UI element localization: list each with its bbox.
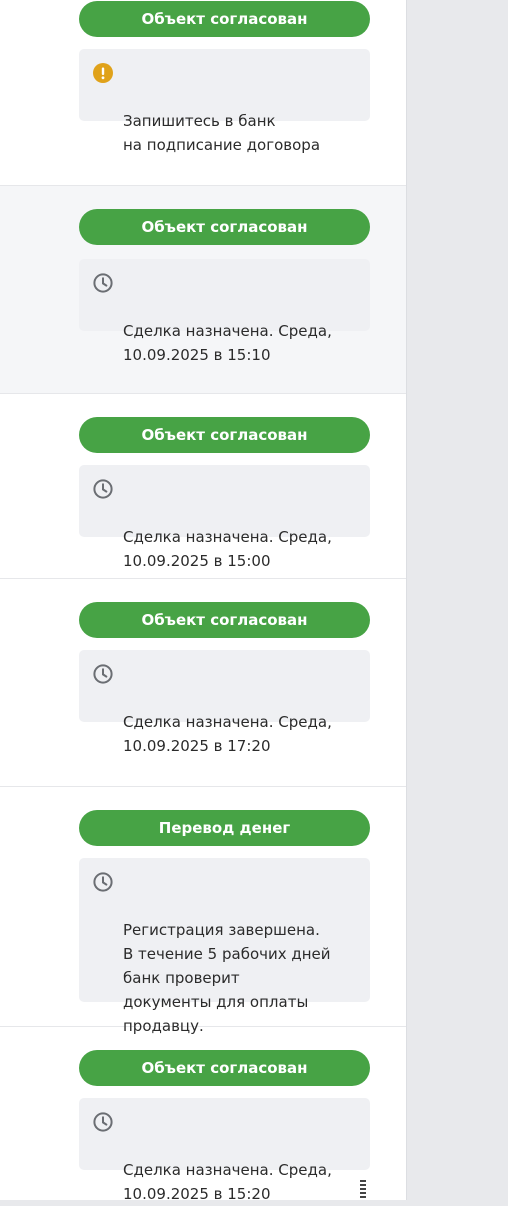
- status-button[interactable]: Объект согласован: [79, 602, 370, 638]
- status-message-text: Запишитесь в банк на подписание договора: [123, 112, 321, 154]
- status-message-box: Сделка назначена. Среда, 10.09.2025 в 15…: [79, 1098, 370, 1203]
- status-message-text: Сделка назначена. Среда, 10.09.2025 в 15…: [123, 322, 332, 364]
- scroll-grip[interactable]: [360, 1180, 366, 1198]
- status-message-box: Сделка назначена. Среда, 10.09.2025 в 17…: [79, 650, 370, 755]
- clock-icon: [93, 479, 113, 499]
- status-message-box: Регистрация завершена. В течение 5 рабоч…: [79, 858, 370, 1035]
- clock-icon: [93, 273, 113, 293]
- status-message-box: Сделка назначена. Среда, 10.09.2025 в 15…: [79, 465, 370, 570]
- status-button[interactable]: Объект согласован: [79, 417, 370, 453]
- status-button[interactable]: Объект согласован: [79, 209, 370, 245]
- status-button[interactable]: Объект согласован: [79, 1050, 370, 1086]
- clock-icon: [93, 1112, 113, 1132]
- deal-row[interactable]: Объект согласован Сделка назначена. Сред…: [0, 579, 406, 787]
- deal-row[interactable]: Объект согласован Сделка назначена. Сред…: [0, 394, 406, 579]
- status-message-text: Сделка назначена. Среда, 10.09.2025 в 15…: [123, 528, 332, 570]
- status-message-box: Запишитесь в банк на подписание договора: [79, 49, 370, 154]
- deal-row[interactable]: Объект согласован Сделка назначена. Сред…: [0, 186, 406, 394]
- deal-row[interactable]: Объект согласован Сделка назначена. Сред…: [0, 1027, 406, 1203]
- clock-icon: [93, 664, 113, 684]
- deal-list: Объект согласован Запишитесь в банк на п…: [0, 0, 407, 1203]
- status-message-text: Регистрация завершена. В течение 5 рабоч…: [123, 921, 331, 1035]
- status-button[interactable]: Объект согласован: [79, 1, 370, 37]
- status-button[interactable]: Перевод денег: [79, 810, 370, 846]
- deal-row[interactable]: Объект согласован Запишитесь в банк на п…: [0, 0, 406, 186]
- status-message-box: Сделка назначена. Среда, 10.09.2025 в 15…: [79, 259, 370, 364]
- warning-icon: [93, 63, 113, 83]
- status-message-text: Сделка назначена. Среда, 10.09.2025 в 15…: [123, 1161, 332, 1203]
- clock-icon: [93, 872, 113, 892]
- status-message-text: Сделка назначена. Среда, 10.09.2025 в 17…: [123, 713, 332, 755]
- deal-row[interactable]: Перевод денег Регистрация завершена. В т…: [0, 787, 406, 1035]
